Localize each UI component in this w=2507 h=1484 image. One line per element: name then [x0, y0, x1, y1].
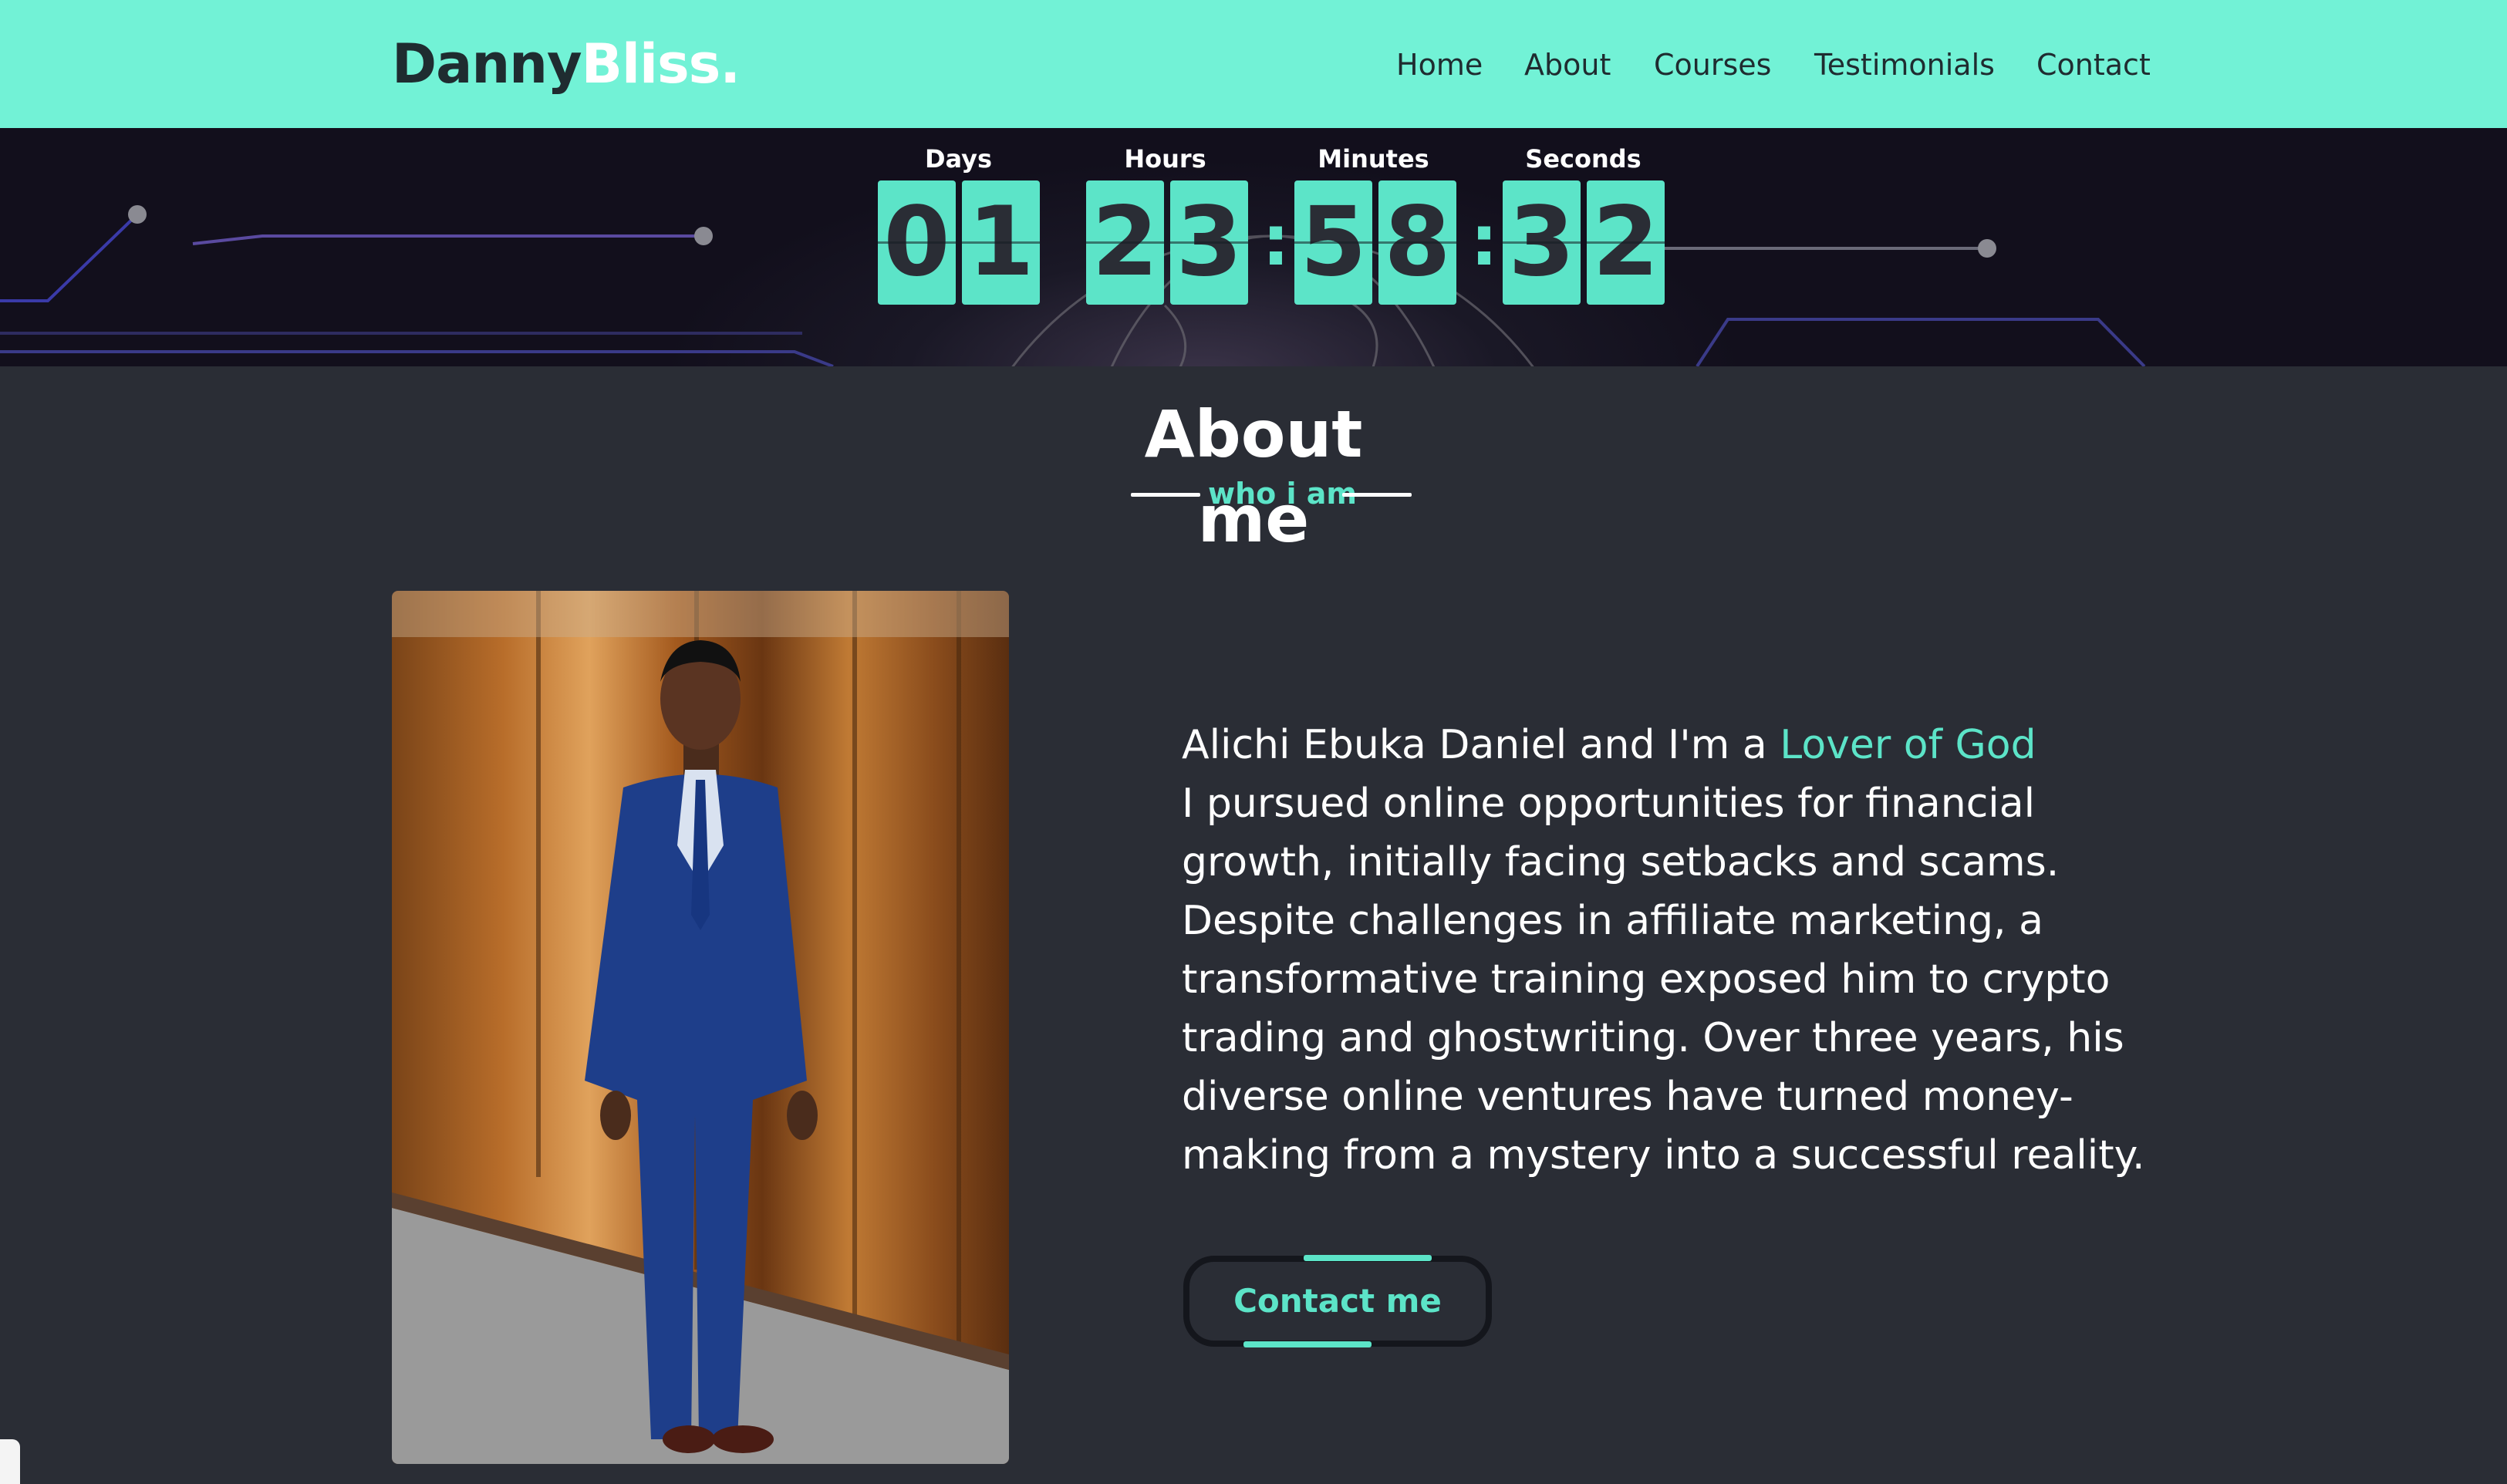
- button-accent-top: [1304, 1255, 1432, 1261]
- bio-intro: Alichi Ebuka Daniel and I'm a: [1182, 722, 1780, 768]
- nav-testimonials[interactable]: Testimonials: [1814, 43, 1995, 86]
- hours-digit-1: 2: [1086, 180, 1164, 305]
- minutes-digit-1: 5: [1294, 180, 1372, 305]
- seconds-label: Seconds: [1525, 144, 1642, 174]
- bio-body: I pursued online opportunities for finan…: [1182, 781, 2145, 1179]
- hours-digit-2: 3: [1170, 180, 1248, 305]
- nav-about[interactable]: About: [1524, 43, 1611, 86]
- bio-intro-accent: Lover of God: [1780, 722, 2036, 768]
- hours-label: Hours: [1124, 144, 1206, 174]
- subheading-divider-left: [1131, 493, 1200, 497]
- countdown-banner: Days Hours Minutes Seconds 0 1 2 3 : 5 8…: [0, 128, 2507, 366]
- seconds-digit-2: 2: [1587, 180, 1665, 305]
- nav-courses[interactable]: Courses: [1654, 43, 1771, 86]
- subheading-divider-right: [1342, 493, 1412, 497]
- days-digit-1: 0: [878, 180, 956, 305]
- man-in-suit-illustration: [392, 591, 1009, 1464]
- minutes-digit-2: 8: [1378, 180, 1456, 305]
- button-accent-bottom: [1243, 1341, 1372, 1347]
- seconds-digit-1: 3: [1503, 180, 1581, 305]
- days-label: Days: [924, 144, 993, 174]
- about-subtitle: who i am: [1208, 477, 1357, 511]
- bio-intro-line: Alichi Ebuka Daniel and I'm a Lover of G…: [1182, 716, 2154, 774]
- about-bio: Alichi Ebuka Daniel and I'm a Lover of G…: [1182, 716, 2154, 1185]
- main-nav: Home About Courses Testimonials Contact: [0, 43, 2507, 86]
- days-digit-2: 1: [962, 180, 1040, 305]
- countdown-separator: :: [1262, 201, 1290, 282]
- circuit-background: [0, 205, 2146, 366]
- profile-photo: [392, 591, 1009, 1464]
- nav-home[interactable]: Home: [1396, 43, 1483, 86]
- about-subheading: who i am: [1131, 472, 1412, 515]
- minutes-label: Minutes: [1318, 144, 1429, 174]
- countdown-separator: :: [1470, 201, 1498, 282]
- about-heading: About me: [1144, 396, 1363, 557]
- corner-widget-tab[interactable]: [0, 1439, 20, 1484]
- site-header: DannyBliss. Home About Courses Testimoni…: [0, 0, 2507, 128]
- contact-me-button[interactable]: Contact me: [1183, 1256, 1492, 1347]
- nav-contact[interactable]: Contact: [2036, 43, 2151, 86]
